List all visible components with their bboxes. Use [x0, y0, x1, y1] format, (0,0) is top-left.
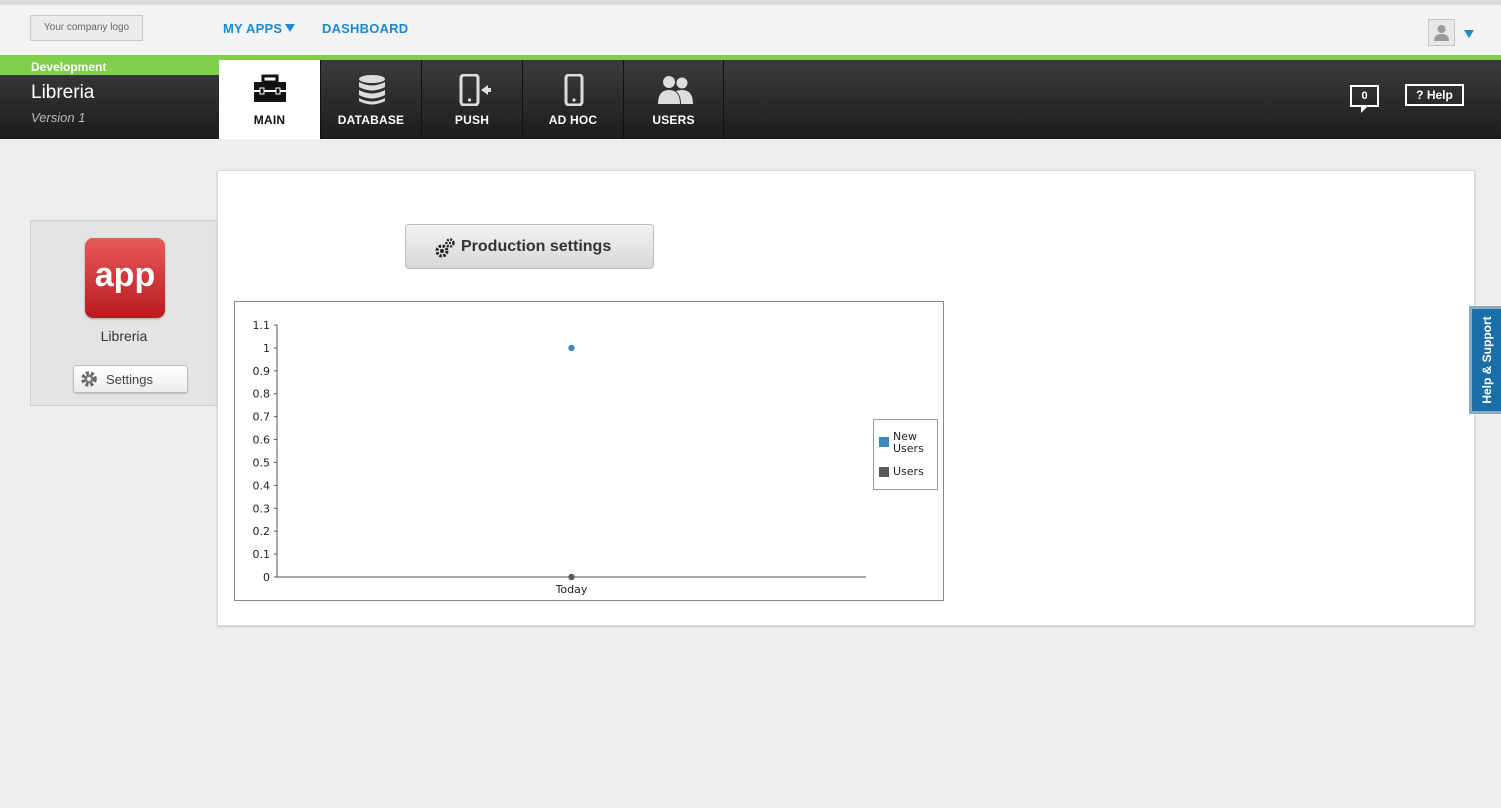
- production-settings-label: Production settings: [461, 238, 612, 255]
- company-logo[interactable]: Your company logo: [30, 15, 143, 41]
- production-settings-button[interactable]: Production settings: [405, 224, 654, 269]
- tab-adhoc[interactable]: AD HOC: [522, 60, 623, 139]
- settings-button[interactable]: Settings: [73, 365, 188, 393]
- y-tick-label: 0.8: [253, 388, 271, 401]
- tab-push[interactable]: PUSH: [421, 60, 522, 139]
- y-tick-label: 0.7: [253, 411, 271, 424]
- y-tick-label: 0.3: [253, 502, 271, 515]
- settings-label: Settings: [106, 372, 153, 387]
- my-apps-label: MY APPS: [223, 21, 283, 36]
- app-bar: Development Libreria Version 1 MAIN DATA…: [0, 55, 1501, 139]
- y-tick-label: 0.9: [253, 365, 271, 378]
- my-apps-menu[interactable]: MY APPS: [223, 21, 296, 36]
- y-tick-label: 0.6: [253, 434, 271, 447]
- tab-database[interactable]: DATABASE: [320, 60, 421, 139]
- y-tick-label: 0.5: [253, 456, 271, 469]
- app-card-name: Libreria: [100, 328, 148, 344]
- app-icon: app: [85, 238, 165, 318]
- user-menu-toggle[interactable]: [1464, 26, 1474, 44]
- app-title: Libreria: [31, 82, 95, 103]
- environment-label: Development: [0, 60, 219, 75]
- tab-users[interactable]: USERS: [623, 60, 724, 139]
- users-chart: 0 0.1 0.2 0.3 0.4 0.5 0.6 0.7 0.8 0.9 1 1.1 Today Ne…: [234, 301, 944, 601]
- data-point-new-users: [568, 344, 575, 352]
- tab-database-label: DATABASE: [337, 113, 405, 127]
- y-tick-label: 0.4: [253, 479, 271, 492]
- tab-main[interactable]: MAIN: [219, 60, 320, 139]
- users-icon: [658, 76, 693, 104]
- user-icon: [1434, 25, 1449, 41]
- y-tick-label: 0.2: [253, 525, 271, 538]
- gear-icon: [81, 371, 97, 387]
- chart-plot: 0 0.1 0.2 0.3 0.4 0.5 0.6 0.7 0.8 0.9 1 1.1 Today: [253, 319, 866, 596]
- gears-icon: [435, 238, 455, 258]
- help-support-tab[interactable]: Help & Support: [1469, 306, 1501, 414]
- chevron-down-icon: [1464, 30, 1474, 38]
- tab-users-label: USERS: [652, 113, 695, 127]
- x-tick-label: Today: [555, 583, 588, 596]
- phone-icon: [564, 74, 584, 106]
- y-tick-label: 0.1: [253, 548, 271, 561]
- legend-label: Users: [893, 465, 924, 478]
- toolbox-icon: [254, 74, 286, 102]
- app-version: Version 1: [31, 110, 86, 125]
- user-avatar[interactable]: [1428, 19, 1455, 46]
- chevron-down-icon: [285, 24, 296, 32]
- notifications-button[interactable]: 0: [1350, 85, 1379, 113]
- legend-swatch: [879, 467, 889, 477]
- database-icon: [359, 75, 385, 105]
- legend-swatch: [879, 437, 889, 447]
- top-bar: Your company logo MY APPS DASHBOARD: [0, 0, 1501, 55]
- app-card: app Libreria Settings: [30, 220, 218, 406]
- legend-label: New Users: [893, 430, 924, 455]
- tab-adhoc-label: AD HOC: [548, 113, 598, 127]
- push-icon: [459, 74, 491, 106]
- tab-main-label: MAIN: [253, 113, 286, 127]
- help-button[interactable]: ? Help: [1405, 84, 1464, 106]
- help-support-label: Help & Support: [1479, 316, 1494, 404]
- y-tick-label: 0: [263, 571, 270, 584]
- main-panel: Production settings 0 0.1 0.2 0.3 0.4 0.5 0.6 0…: [217, 170, 1475, 626]
- data-point-users: [568, 573, 575, 581]
- y-tick-label: 1.1: [253, 319, 271, 332]
- y-tick-label: 1: [263, 342, 270, 355]
- tab-push-label: PUSH: [454, 113, 490, 127]
- chart-legend: New Users Users: [873, 419, 938, 490]
- dashboard-link[interactable]: DASHBOARD: [322, 21, 408, 36]
